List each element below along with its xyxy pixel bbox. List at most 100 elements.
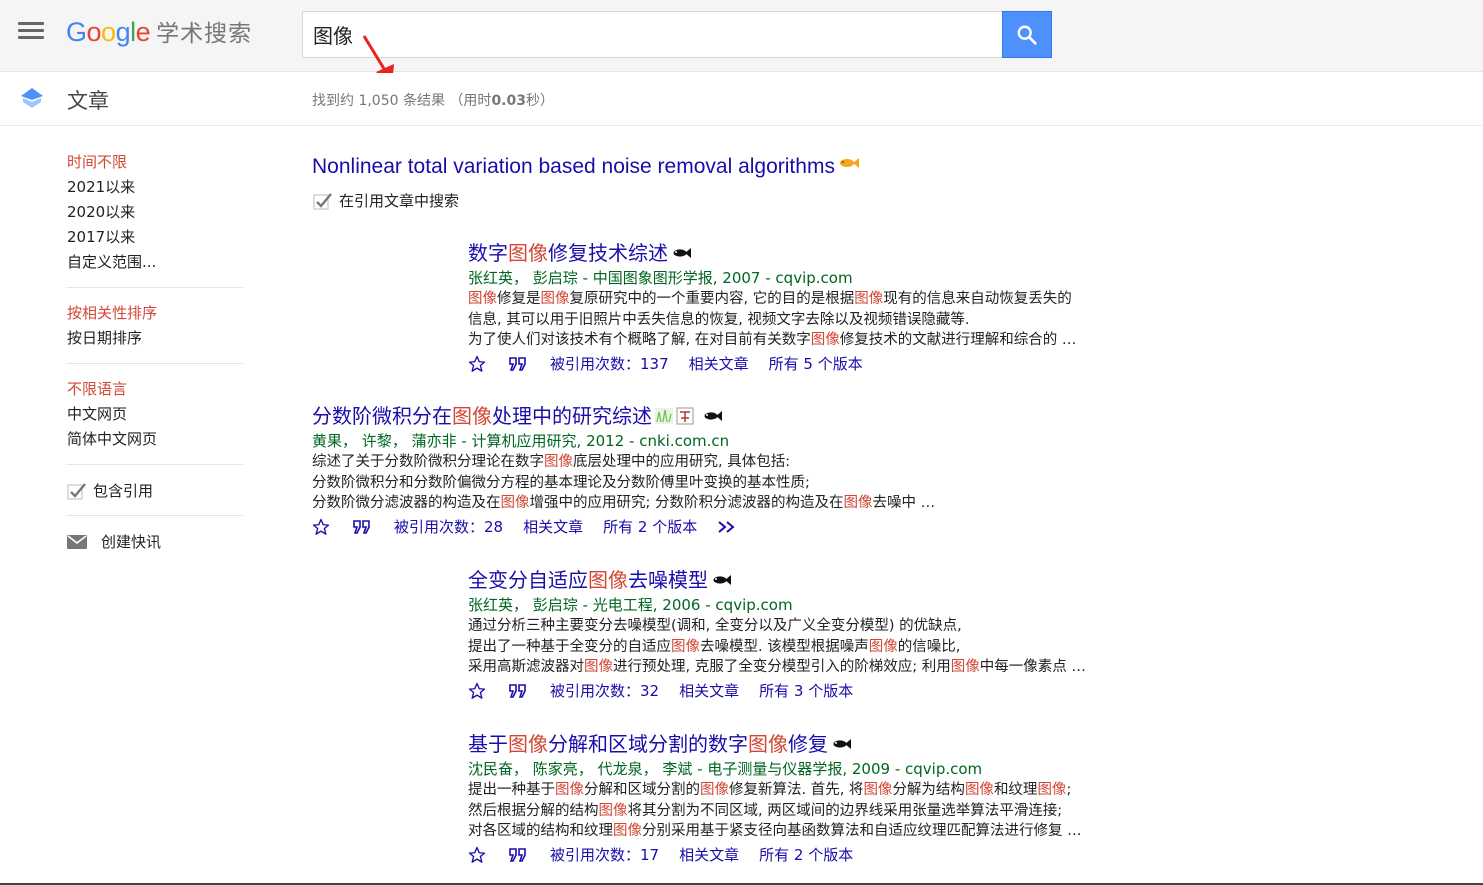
cite-button[interactable] [352,519,372,535]
author-link[interactable]: 代龙泉 [598,760,643,778]
result-title-link[interactable]: 分数阶微积分在 图像 处理中的研究综述 [312,402,1012,430]
sidebar: 时间不限 2021以来 2020以来 2017以来 自定义范围... 按相关性排… [67,150,243,554]
search-icon [1017,25,1037,45]
author-link[interactable]: 黄果 [312,432,342,450]
sidebar-item-any-time[interactable]: 时间不限 [67,150,243,175]
snippet-text: 然后根据分解的结构 [468,802,599,819]
snippet-text: 的信噪比, [897,638,961,655]
sidebar-item-sort-date[interactable]: 按日期排序 [67,326,243,351]
snippet-text: 分解为结构 [892,782,965,798]
related-articles-link[interactable]: 相关文章 [523,516,583,537]
result-title-text: 基于 [468,732,508,756]
cite-button[interactable] [508,683,528,699]
fulltext-fish-icon[interactable] [702,408,722,424]
cited-by-link[interactable]: 被引用次数：32 [550,680,659,701]
highlighted-term: 图像 [508,241,548,265]
author-link[interactable]: 李斌 [662,760,692,778]
result-title-link[interactable]: 基于 图像 分解和区域分割的数字 图像 修复 [468,730,1168,758]
author-link[interactable]: 蒲亦非 [412,432,457,450]
result-title-text: 全变分自适应 [468,568,588,592]
result-authors: 张红英， 彭启琮 - 中国图象图形学报, 2007 - cqvip.com [468,267,1168,289]
snippet-text: 为了使人们对该技术有个概略了解, 在对目前有关数字 [468,332,811,348]
cited-by-link[interactable]: 被引用次数：17 [550,844,659,865]
fulltext-fish-icon[interactable] [711,572,731,588]
create-alert-link[interactable]: 创建快讯 [67,529,243,554]
sidebar-divider [67,515,243,516]
sidebar-item-any-language[interactable]: 不限语言 [67,377,243,402]
snippet-text: 去噪模型. 该模型根据噪声 [700,638,869,655]
related-articles-link[interactable]: 相关文章 [679,844,739,865]
google-scholar-logo[interactable]: Google 学术搜索 [66,14,252,48]
snippet-line: 分数阶微积分和分数阶偏微分方程的基本理论及分数阶傅里叶变换的基本性质; [312,473,1012,494]
envelope-icon [67,534,87,549]
save-button[interactable] [312,518,330,536]
search-input[interactable] [302,11,1003,58]
highlighted-term: 图像 [868,638,898,655]
cite-button[interactable] [508,847,528,863]
cited-by-link[interactable]: 被引用次数：137 [550,353,669,374]
result-source: - 中国图象图形学报, 2007 - cqvip.com [577,269,853,287]
search-within-citing-label: 在引用文章中搜索 [339,192,460,210]
fulltext-fish-icon[interactable] [831,736,851,752]
author-link[interactable]: 陈家亮 [533,760,578,778]
result-snippet: 图像修复是图像复原研究中的一个重要内容, 它的目的是根据图像现有的信息来自动恢复… [468,289,1168,351]
fulltext-fish-icon[interactable] [671,245,691,261]
sidebar-item-chinese-pages[interactable]: 中文网页 [67,402,243,427]
cite-button[interactable] [508,356,528,372]
author-link[interactable]: 沈民奋 [468,760,513,778]
highlighted-term: 图像 [748,732,788,756]
include-citations-checkbox[interactable]: 包含引用 [67,478,243,503]
highlighted-term: 图像 [613,823,642,839]
result-actions: 被引用次数：28 相关文章 所有 2 个版本 [312,514,1012,540]
cited-by-link[interactable]: 被引用次数：28 [394,516,503,537]
logo-google-wordmark: Google [66,17,151,47]
author-link[interactable]: 张红英 [468,269,513,287]
all-versions-link[interactable]: 所有 2 个版本 [603,516,697,537]
all-versions-link[interactable]: 所有 2 个版本 [759,844,853,865]
snippet-text: 分解和区域分割的 [584,782,700,798]
sidebar-item-since-2020[interactable]: 2020以来 [67,200,243,225]
result-source: - 计算机应用研究, 2012 - cnki.com.cn [456,432,730,450]
menu-icon[interactable] [18,22,44,42]
snippet-text: 修复技术的文献进行理解和综合的 … [839,332,1077,348]
result-authors: 沈民奋， 陈家亮， 代龙泉， 李斌 - 电子测量与仪器学报, 2009 - cq… [468,758,1168,780]
star-icon [468,846,486,863]
sidebar-item-since-2021[interactable]: 2021以来 [67,175,243,200]
highlighted-term: 图像 [500,495,530,511]
snippet-text: 现有的信息来自动恢复丢失的 [883,291,1072,307]
save-button[interactable] [468,355,486,373]
sidebar-item-sort-relevance[interactable]: 按相关性排序 [67,301,243,326]
result-title-text: 处理中的研究综述 [492,404,652,428]
sidebar-item-custom-range[interactable]: 自定义范围... [67,250,243,275]
search-within-citing-checkbox[interactable]: 在引用文章中搜索 [313,190,459,211]
search-button[interactable] [1002,11,1052,58]
related-articles-link[interactable]: 相关文章 [689,353,749,374]
highlighted-term: 图像 [588,568,628,592]
result-title-text: 去噪模型 [628,568,708,592]
result-title-link[interactable]: 数字 图像 修复技术综述 [468,239,1168,267]
sidebar-item-since-2017[interactable]: 2017以来 [67,225,243,250]
author-link[interactable]: 许黎 [362,432,392,450]
database-badges-icon[interactable] [655,406,699,426]
result-title-link[interactable]: 全变分自适应 图像 去噪模型 [468,566,1168,594]
snippet-text: 复原研究中的一个重要内容, 它的目的是根据 [569,291,855,307]
all-versions-link[interactable]: 所有 3 个版本 [759,680,853,701]
author-separator: ， [391,432,412,450]
highlighted-term: 图像 [843,495,873,511]
cited-article-title-link[interactable]: Nonlinear total variation based noise re… [312,155,859,179]
author-link[interactable]: 彭启琮 [533,269,578,287]
sidebar-divider [67,363,243,364]
result-stats-time: 0.03 [491,93,526,109]
snippet-text: 中每一像素点 … [979,659,1086,675]
result-item: 全变分自适应 图像 去噪模型 张红英， 彭启琮 - 光电工程, 2006 - cqvi… [468,566,1168,704]
author-link[interactable]: 张红英 [468,596,513,614]
author-link[interactable]: 彭启琮 [533,596,578,614]
save-button[interactable] [468,846,486,864]
all-versions-link[interactable]: 所有 5 个版本 [769,353,863,374]
more-button[interactable] [717,520,737,534]
save-button[interactable] [468,682,486,700]
sidebar-item-simplified-chinese-pages[interactable]: 简体中文网页 [67,427,243,452]
related-articles-link[interactable]: 相关文章 [679,680,739,701]
highlighted-term: 图像 [671,638,700,655]
result-title-text: 修复 [788,732,828,756]
